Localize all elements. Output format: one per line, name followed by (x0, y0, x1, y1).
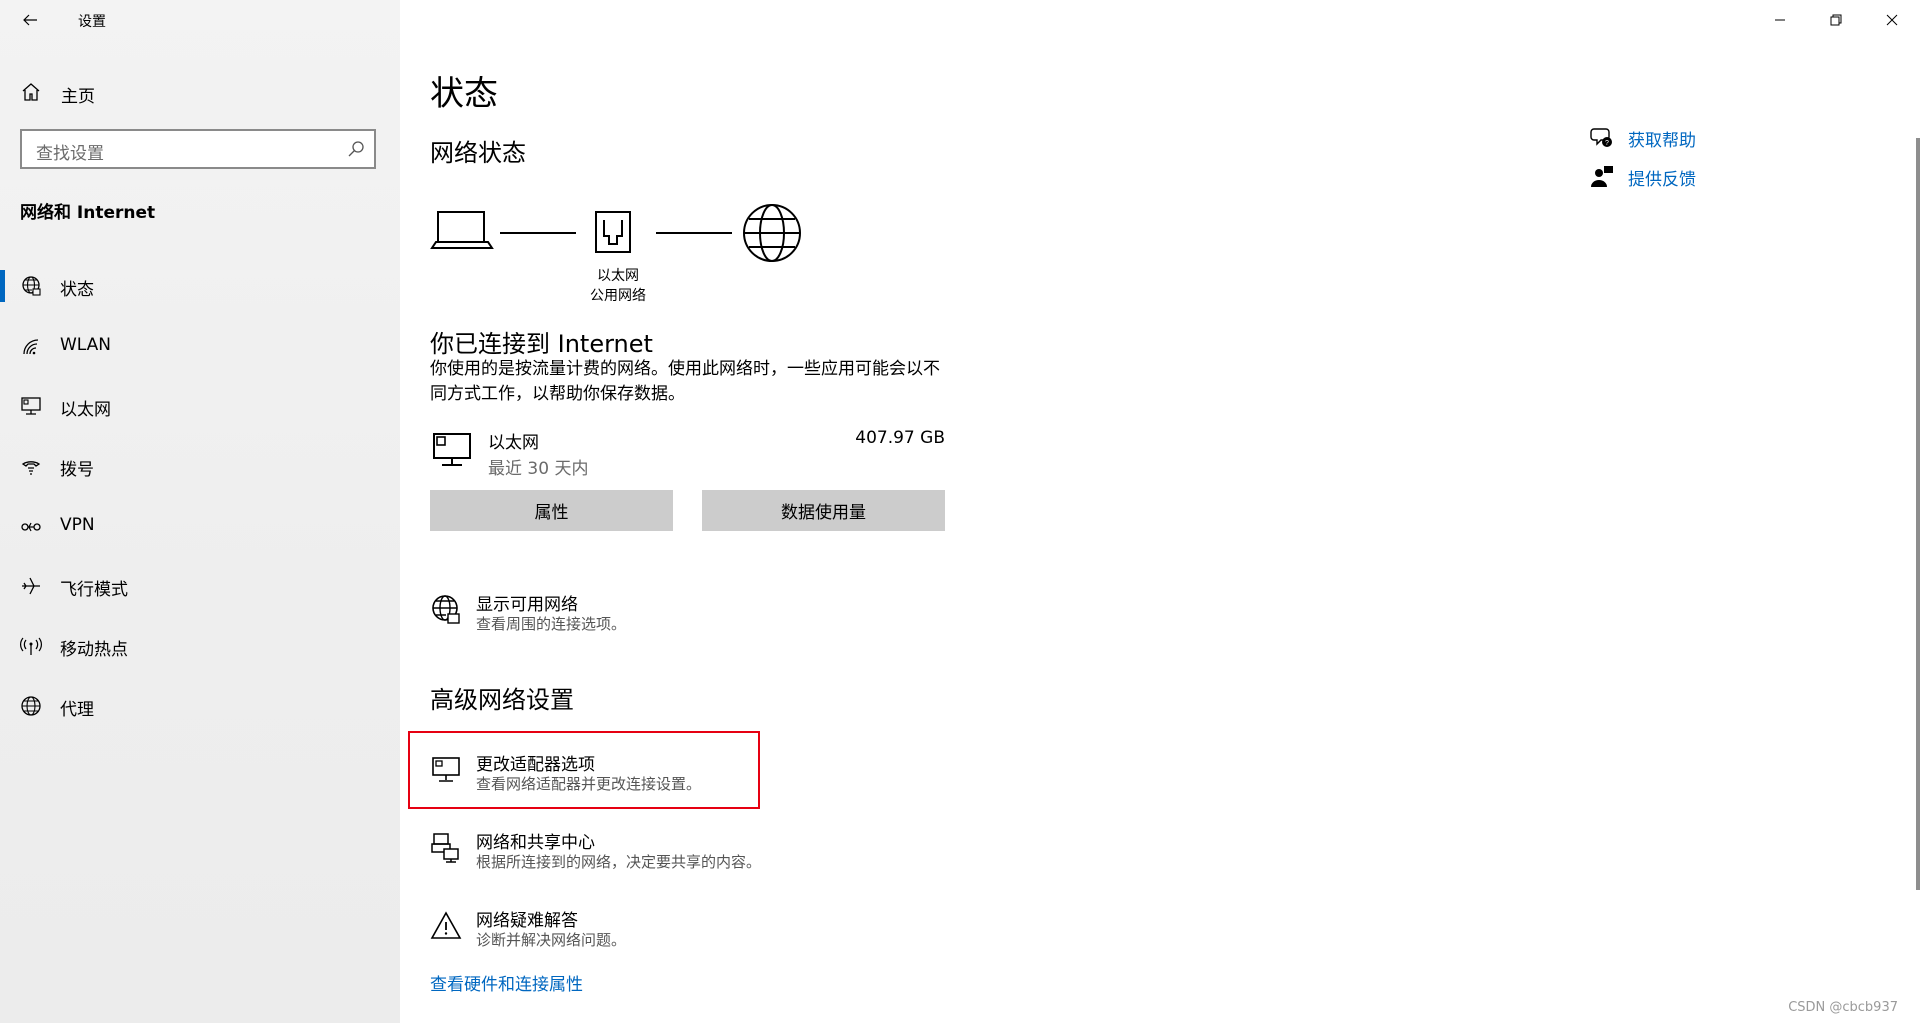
connection-description: 你使用的是按流量计费的网络。使用此网络时，一些应用可能会以不同方式工作，以帮助你… (430, 359, 940, 404)
airplane-icon (22, 577, 40, 595)
dialup-icon (21, 461, 41, 475)
search-icon[interactable] (346, 139, 366, 159)
option-desc: 查看周围的连接选项。 (476, 615, 627, 633)
properties-button[interactable]: 属性 (430, 490, 673, 531)
usage-amount: 407.97 GB (855, 428, 945, 448)
get-help[interactable]: ? 获取帮助 (1590, 126, 1750, 152)
data-usage-button[interactable]: 数据使用量 (702, 490, 945, 531)
warning-icon (430, 911, 462, 939)
wifi-icon (23, 339, 39, 355)
vpn-icon (21, 522, 41, 532)
sidebar-item-airplane[interactable]: 飞行模式 (0, 556, 400, 616)
svg-text:?: ? (1605, 140, 1609, 147)
sidebar-item-hotspot[interactable]: 移动热点 (0, 616, 400, 676)
option-title: 网络和共享中心 (476, 833, 595, 853)
sidebar-item-label: 移动热点 (60, 640, 128, 660)
scrollbar[interactable] (1916, 138, 1920, 890)
ethernet-port-icon (595, 211, 631, 253)
back-button[interactable] (14, 4, 46, 36)
sidebar-item-dialup[interactable]: 拨号 (0, 436, 400, 496)
home-icon (22, 83, 40, 101)
hotspot-icon (20, 637, 42, 655)
feedback-icon (1591, 166, 1613, 187)
title-bar: 设置 (0, 0, 400, 40)
page-title: 状态 (430, 74, 498, 114)
sidebar-item-home[interactable]: 主页 (0, 72, 400, 112)
help-chat-icon: ? (1590, 128, 1612, 147)
sidebar-item-label: 飞行模式 (60, 580, 128, 600)
diagram-label: 以太网 公用网络 (578, 266, 658, 306)
ethernet-monitor-icon (21, 397, 41, 415)
option-desc: 查看网络适配器并更改连接设置。 (476, 775, 702, 793)
option-desc: 诊断并解决网络问题。 (476, 931, 627, 949)
network-sharing-icon (431, 833, 459, 863)
usage-period: 最近 30 天内 (488, 459, 589, 479)
give-feedback[interactable]: 提供反馈 (1590, 165, 1750, 191)
globe-network-icon (432, 595, 460, 624)
sidebar-item-proxy[interactable]: 代理 (0, 676, 400, 736)
connection-heading: 你已连接到 Internet (430, 330, 653, 358)
sidebar-item-label: 状态 (60, 280, 94, 300)
section-title: 网络和 Internet (20, 203, 156, 223)
sidebar-item-ethernet[interactable]: 以太网 (0, 376, 400, 436)
laptop-icon (430, 211, 494, 249)
app-title: 设置 (78, 14, 106, 30)
network-diagram: 以太网 公用网络 (430, 200, 830, 310)
back-arrow-icon (23, 14, 37, 26)
option-title: 显示可用网络 (476, 595, 578, 615)
sidebar-item-label: 代理 (60, 700, 94, 720)
ethernet-usage-row: 以太网 最近 30 天内 407.97 GB (430, 428, 945, 479)
hardware-properties-link[interactable]: 查看硬件和连接属性 (430, 970, 583, 995)
option-title: 网络疑难解答 (476, 911, 578, 931)
main-content: 状态 网络状态 以太网 公用网络 你已连接到 Internet 你使用的是按流量… (400, 0, 1920, 1023)
option-desc: 根据所连接到的网络，决定要共享的内容。 (476, 853, 762, 871)
sidebar-item-label: 拨号 (60, 460, 94, 480)
ethernet-name: 以太网 (488, 433, 539, 453)
sidebar: 设置 主页 查找设置 网络和 Internet 状态 WLAN 以太网 拨号 V… (0, 0, 400, 1023)
network-sharing-center[interactable]: 网络和共享中心 根据所连接到的网络，决定要共享的内容。 (430, 828, 850, 878)
show-available-networks[interactable]: 显示可用网络 查看周围的连接选项。 (430, 590, 850, 640)
search-placeholder: 查找设置 (36, 144, 104, 164)
diagram-label-adapter: 以太网 (597, 268, 639, 284)
search-input[interactable]: 查找设置 (20, 129, 376, 169)
ethernet-monitor-icon (433, 433, 471, 466)
advanced-settings-heading: 高级网络设置 (430, 686, 574, 714)
sidebar-item-label: 主页 (61, 87, 95, 107)
sidebar-item-label: WLAN (60, 335, 112, 355)
sidebar-item-status[interactable]: 状态 (0, 256, 400, 316)
sidebar-item-label: VPN (60, 515, 95, 535)
sidebar-item-label: 以太网 (60, 400, 111, 420)
get-help-link[interactable]: 获取帮助 (1628, 126, 1696, 151)
option-title: 更改适配器选项 (476, 755, 595, 775)
internet-globe-icon (743, 204, 801, 262)
globe-icon (21, 696, 41, 716)
network-status-heading: 网络状态 (430, 139, 526, 167)
sidebar-nav: 状态 WLAN 以太网 拨号 VPN 飞行模式 移动热点 代理 (0, 256, 400, 736)
network-troubleshooter[interactable]: 网络疑难解答 诊断并解决网络问题。 (430, 906, 850, 956)
adapter-monitor-icon (432, 757, 460, 782)
change-adapter-options[interactable]: 更改适配器选项 查看网络适配器并更改连接设置。 (430, 750, 850, 800)
globe-network-icon (22, 276, 41, 296)
sidebar-item-vpn[interactable]: VPN (0, 496, 400, 556)
sidebar-item-wlan[interactable]: WLAN (0, 316, 400, 376)
diagram-label-network: 公用网络 (590, 288, 646, 304)
feedback-link[interactable]: 提供反馈 (1628, 165, 1696, 190)
network-diagram-graphic (430, 204, 801, 262)
watermark: CSDN @cbcb937 (1788, 1000, 1898, 1015)
